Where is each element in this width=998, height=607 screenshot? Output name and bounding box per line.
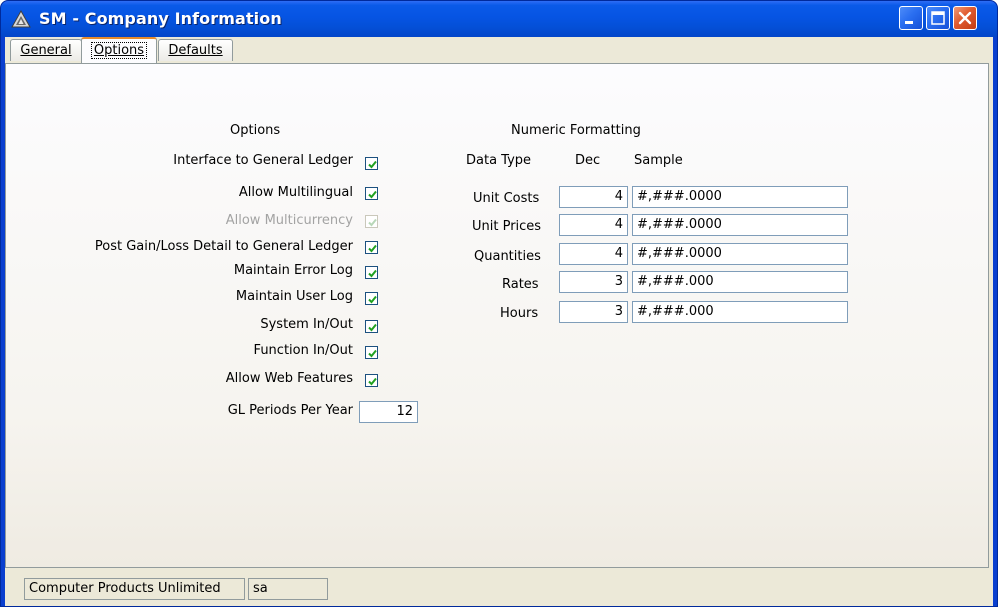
option-label: Maintain Error Log xyxy=(233,263,353,278)
data-type-header: Data Type xyxy=(466,153,532,168)
tab-general-label: General xyxy=(20,43,72,58)
quantities-dec-input[interactable]: 4 xyxy=(559,243,628,265)
gl-periods-label: GL Periods Per Year xyxy=(227,403,353,418)
checkmark-icon xyxy=(368,269,377,278)
tab-strip: General Options Defaults xyxy=(5,37,305,63)
option-label: Allow Web Features xyxy=(225,371,353,386)
app-window: SM - Company Information General Options xyxy=(0,0,998,607)
interface-gl-checkbox[interactable] xyxy=(365,157,378,170)
option-label: Allow Multilingual xyxy=(238,185,353,200)
option-label: Allow Multicurrency xyxy=(225,213,353,228)
unit-prices-dec-input[interactable]: 4 xyxy=(559,214,628,236)
sample-header: Sample xyxy=(634,153,683,168)
option-label: Function In/Out xyxy=(253,343,353,358)
allow-web-features-checkbox[interactable] xyxy=(365,374,378,387)
app-triangle-icon xyxy=(11,10,31,28)
option-label: Maintain User Log xyxy=(235,289,353,304)
status-company: Computer Products Unlimited xyxy=(24,578,245,600)
window-title: SM - Company Information xyxy=(39,9,282,28)
unit-prices-label: Unit Prices xyxy=(472,219,542,234)
quantities-label: Quantities xyxy=(474,249,541,264)
option-label: System In/Out xyxy=(260,317,353,332)
allow-multicurrency-checkbox xyxy=(365,215,378,228)
checkmark-icon xyxy=(368,349,377,358)
option-label: Interface to General Ledger xyxy=(173,153,353,168)
checkmark-icon xyxy=(368,218,377,227)
post-gain-loss-checkbox[interactable] xyxy=(365,241,378,254)
title-bar[interactable]: SM - Company Information xyxy=(1,1,997,37)
gl-periods-input[interactable]: 12 xyxy=(359,401,418,423)
allow-multilingual-checkbox[interactable] xyxy=(365,187,378,200)
tab-options[interactable]: Options xyxy=(81,37,157,63)
checkmark-icon xyxy=(368,190,377,199)
tab-general[interactable]: General xyxy=(10,39,82,61)
minimize-button[interactable] xyxy=(899,6,923,30)
close-icon xyxy=(958,11,972,25)
rates-sample-input[interactable]: #,###.000 xyxy=(632,271,848,293)
checkmark-icon xyxy=(368,295,377,304)
unit-prices-sample-input[interactable]: #,###.0000 xyxy=(632,214,848,236)
tab-options-label: Options xyxy=(90,42,148,59)
hours-sample-input[interactable]: #,###.000 xyxy=(632,301,848,323)
maximize-icon xyxy=(931,11,945,25)
close-button[interactable] xyxy=(953,6,977,30)
minimize-icon xyxy=(905,21,913,24)
maximize-button[interactable] xyxy=(926,6,950,30)
rates-label: Rates xyxy=(502,277,539,292)
hours-dec-input[interactable]: 3 xyxy=(559,301,628,323)
function-in-out-checkbox[interactable] xyxy=(365,346,378,359)
option-label: Post Gain/Loss Detail to General Ledger xyxy=(94,239,353,254)
options-panel: Options Interface to General Ledger Allo… xyxy=(5,63,989,568)
hours-label: Hours xyxy=(500,306,539,321)
status-user: sa xyxy=(248,578,328,600)
system-in-out-checkbox[interactable] xyxy=(365,320,378,333)
numeric-formatting-heading: Numeric Formatting xyxy=(511,123,641,138)
tab-defaults[interactable]: Defaults xyxy=(158,39,233,61)
unit-costs-label: Unit Costs xyxy=(473,191,540,206)
dec-header: Dec xyxy=(575,153,601,168)
checkmark-icon xyxy=(368,323,377,332)
maintain-error-log-checkbox[interactable] xyxy=(365,266,378,279)
tab-defaults-label: Defaults xyxy=(168,43,223,58)
status-bar: Computer Products Unlimited sa xyxy=(5,571,993,606)
unit-costs-dec-input[interactable]: 4 xyxy=(559,186,628,208)
rates-dec-input[interactable]: 3 xyxy=(559,271,628,293)
checkmark-icon xyxy=(368,377,377,386)
checkmark-icon xyxy=(368,244,377,253)
unit-costs-sample-input[interactable]: #,###.0000 xyxy=(632,186,848,208)
quantities-sample-input[interactable]: #,###.0000 xyxy=(632,243,848,265)
options-labels: Interface to General Ledger Allow Multil… xyxy=(6,64,353,567)
checkmark-icon xyxy=(368,160,377,169)
maintain-user-log-checkbox[interactable] xyxy=(365,292,378,305)
